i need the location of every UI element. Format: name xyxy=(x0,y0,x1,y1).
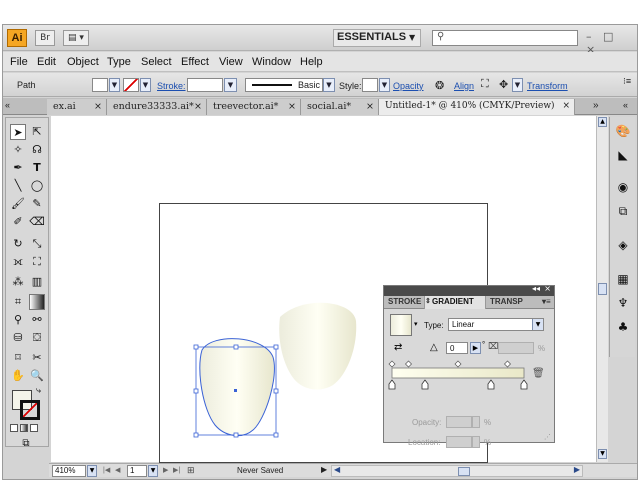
center-point xyxy=(234,389,237,392)
scroll-left-icon[interactable]: ◀ xyxy=(334,465,340,474)
reveal-in-bridge-icon[interactable]: ⊞ xyxy=(187,465,195,476)
chevron-down-icon: ▼ xyxy=(532,319,543,330)
scroll-down-icon[interactable]: ▼ xyxy=(598,449,607,459)
opacity-input xyxy=(446,416,472,428)
delete-stop-icon[interactable]: 🗑 xyxy=(532,368,545,379)
scroll-thumb[interactable] xyxy=(598,283,607,295)
location-input xyxy=(446,436,472,448)
zoom-value: 410% xyxy=(55,466,76,475)
first-artboard-icon[interactable]: |◀ xyxy=(103,466,110,474)
angle-value: 0 xyxy=(450,344,455,353)
transparency-panel-icon[interactable]: ⧉ xyxy=(615,203,631,219)
status-menu-icon[interactable]: ▶ xyxy=(321,465,327,474)
panel-dock: 🎨 ◣ ◉ ⧉ ◈ ▦ ♆ ♣ xyxy=(609,117,635,357)
gradient-stop[interactable] xyxy=(421,379,429,390)
aspect-ratio-input xyxy=(498,342,534,354)
color-panel-icon[interactable]: 🎨 xyxy=(615,123,631,139)
tab-gradient[interactable]: GRADIENT xyxy=(432,297,474,306)
gradient-thumbnail[interactable] xyxy=(390,314,412,336)
artboard-number-field[interactable]: 1 xyxy=(127,465,147,477)
illustrator-window: Ai Br ▤ ▾ ESSENTIALS ▼ ⚲ – □ × File Edit… xyxy=(2,24,638,480)
panel-menu-icon[interactable]: ▾≡ xyxy=(542,297,551,306)
scroll-thumb[interactable] xyxy=(458,467,470,476)
gradient-midpoint[interactable] xyxy=(454,360,462,368)
close-icon[interactable]: × xyxy=(544,284,551,293)
tab-stroke[interactable]: STROKE xyxy=(388,297,421,306)
opacity-dropdown xyxy=(472,416,480,428)
panel-tabs: STROKE ⇕ GRADIENT TRANSP ▾≡ xyxy=(384,296,554,309)
brushes-panel-icon[interactable]: ♆ xyxy=(615,295,631,311)
angle-icon: △ xyxy=(430,342,438,353)
appearance-panel-icon[interactable]: ◈ xyxy=(615,237,631,253)
gradient-slider[interactable] xyxy=(384,358,554,410)
gradient-stop[interactable] xyxy=(487,379,495,390)
save-state-label: Never Saved xyxy=(237,466,284,475)
zoom-dropdown[interactable]: ▼ xyxy=(87,465,97,477)
color-guide-icon[interactable]: ◣ xyxy=(615,147,631,163)
angle-input[interactable]: 0 xyxy=(446,342,468,354)
horizontal-scrollbar[interactable]: ◀ ▶ xyxy=(331,465,583,477)
symbols-panel-icon[interactable]: ♣ xyxy=(615,319,631,335)
screen: Ai Br ▤ ▾ ESSENTIALS ▼ ⚲ – □ × File Edit… xyxy=(0,0,640,480)
scroll-right-icon[interactable]: ▶ xyxy=(574,465,580,474)
swatches-panel-icon[interactable]: ▦ xyxy=(615,271,631,287)
aspect-percent: % xyxy=(538,344,546,353)
previous-artboard-icon[interactable]: ◀ xyxy=(115,466,120,474)
next-artboard-icon[interactable]: ▶ xyxy=(163,466,168,474)
chevron-down-icon[interactable]: ▾ xyxy=(414,320,418,328)
gradient-midpoint[interactable] xyxy=(388,360,396,368)
gradient-stops[interactable] xyxy=(388,379,528,390)
location-label: Location: xyxy=(408,438,441,447)
gradient-midpoint[interactable] xyxy=(504,360,511,368)
gradient-panel: ◂◂ × STROKE ⇕ GRADIENT TRANSP ▾≡ ▾ Type:… xyxy=(383,284,555,448)
angle-unit: ° xyxy=(482,340,486,349)
gradient-stop[interactable] xyxy=(520,379,528,390)
gradient-type-select[interactable]: Linear ▼ xyxy=(448,318,544,331)
last-artboard-icon[interactable]: ▶| xyxy=(173,466,180,474)
zoom-field[interactable]: 410% xyxy=(52,465,86,477)
panel-header[interactable]: ◂◂ × xyxy=(384,284,554,296)
artboard-dropdown[interactable]: ▼ xyxy=(148,465,158,477)
location-percent: % xyxy=(484,438,492,447)
tab-transparency[interactable]: TRANSP xyxy=(490,297,523,306)
reverse-gradient-icon[interactable]: ⇄ xyxy=(394,342,402,353)
status-bar: 410% ▼ |◀ ◀ 1 ▼ ▶ ▶| ⊞ Never Saved ▶ ◀ ▶ xyxy=(49,463,637,477)
gradient-midpoint[interactable] xyxy=(405,360,412,368)
petal-shape-selected[interactable] xyxy=(199,338,275,437)
opacity-label: Opacity: xyxy=(412,418,442,427)
location-dropdown xyxy=(472,436,480,448)
aspect-ratio-icon: ⌧ xyxy=(488,342,499,352)
artboard-number: 1 xyxy=(130,466,135,475)
scroll-up-icon[interactable]: ▲ xyxy=(598,117,607,127)
gradient-stop[interactable] xyxy=(388,379,396,390)
petal-shape-unselected[interactable] xyxy=(279,302,357,390)
resize-grip-icon[interactable]: ⋰ xyxy=(544,433,551,441)
stroke-panel-icon[interactable]: ◉ xyxy=(615,179,631,195)
angle-dropdown[interactable]: ▶ xyxy=(470,342,481,354)
gradient-midpoints[interactable] xyxy=(388,360,511,368)
gradient-type-value: Linear xyxy=(452,320,475,329)
type-label: Type: xyxy=(424,321,444,330)
collapse-icon[interactable]: ◂◂ xyxy=(532,284,540,293)
opacity-percent: % xyxy=(484,418,492,427)
vertical-scrollbar[interactable]: ▲ ▼ xyxy=(596,116,608,462)
